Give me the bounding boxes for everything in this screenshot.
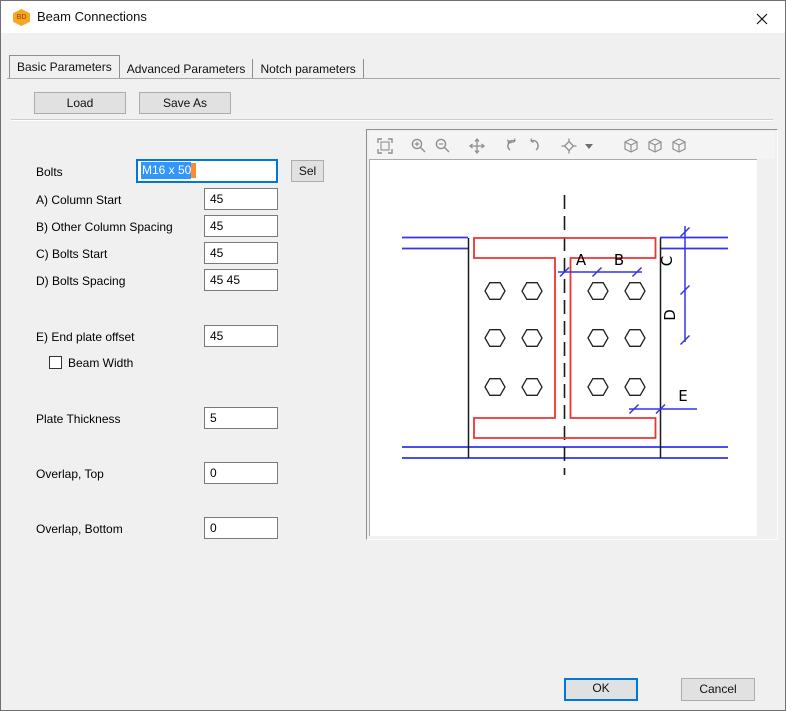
zoom-out-icon[interactable]: [431, 134, 455, 158]
end-plate-offset-label: E) End plate offset: [36, 330, 135, 344]
fit-view-icon[interactable]: [373, 134, 397, 158]
view-cube-2-icon[interactable]: [643, 134, 667, 158]
canvas-gutter: [757, 159, 774, 536]
rotate-cw-icon[interactable]: [523, 134, 547, 158]
dialog-title: Beam Connections: [37, 9, 147, 24]
preview-toolbar: [369, 132, 775, 159]
title-bar: BD Beam Connections: [1, 1, 785, 33]
other-column-spacing-input[interactable]: 45: [204, 215, 278, 237]
beam-connections-dialog: BD Beam Connections Basic Parameters Adv…: [0, 0, 786, 711]
rotate-ccw-icon[interactable]: [499, 134, 523, 158]
bolt-hexagons: [485, 283, 645, 396]
tab-basic-parameters[interactable]: Basic Parameters: [9, 55, 120, 78]
bolt-select-button[interactable]: Sel: [291, 160, 324, 182]
dim-label-a: A: [576, 251, 587, 269]
app-icon: BD: [13, 9, 30, 26]
bolts-start-input[interactable]: 45: [204, 242, 278, 264]
cancel-button[interactable]: Cancel: [681, 678, 755, 701]
overlap-bottom-label: Overlap, Bottom: [36, 522, 123, 536]
other-column-spacing-label: B) Other Column Spacing: [36, 220, 173, 234]
column-start-input[interactable]: 45: [204, 188, 278, 210]
plate-thickness-input[interactable]: 5: [204, 407, 278, 429]
chevron-down-icon[interactable]: [581, 134, 597, 158]
dim-label-d: D: [661, 309, 679, 321]
plate-thickness-label: Plate Thickness: [36, 412, 121, 426]
bolts-spacing-input[interactable]: 45 45: [204, 269, 278, 291]
overlap-top-input[interactable]: 0: [204, 462, 278, 484]
overlap-bottom-input[interactable]: 0: [204, 517, 278, 539]
tab-notch-parameters[interactable]: Notch parameters: [253, 59, 363, 78]
beam-width-checkbox[interactable]: [49, 356, 62, 369]
pan-icon[interactable]: [465, 134, 489, 158]
bolts-label: Bolts: [36, 165, 63, 179]
load-button[interactable]: Load: [34, 92, 126, 114]
beam-width-label: Beam Width: [68, 356, 133, 370]
dim-label-c: C: [658, 256, 676, 266]
center-point-icon[interactable]: [557, 134, 581, 158]
ok-button[interactable]: OK: [564, 678, 638, 701]
view-cube-3-icon[interactable]: [667, 134, 691, 158]
divider: [11, 119, 773, 121]
tab-strip: Basic Parameters Advanced Parameters Not…: [9, 56, 364, 78]
view-cube-1-icon[interactable]: [619, 134, 643, 158]
bolts-selected-text: M16 x 50: [141, 162, 191, 179]
zoom-in-icon[interactable]: [407, 134, 431, 158]
save-as-button[interactable]: Save As: [139, 92, 231, 114]
overlap-top-label: Overlap, Top: [36, 467, 104, 481]
column-start-label: A) Column Start: [36, 193, 121, 207]
end-plate-offset-input[interactable]: 45: [204, 325, 278, 347]
tab-advanced-parameters[interactable]: Advanced Parameters: [120, 59, 254, 78]
bolts-start-label: C) Bolts Start: [36, 247, 107, 261]
dim-label-e: E: [678, 387, 687, 405]
text-caret: [191, 163, 196, 178]
bolts-input[interactable]: M16 x 50: [136, 159, 278, 183]
dim-label-b: B: [614, 251, 624, 269]
preview-panel: A B C D E: [366, 129, 778, 540]
close-icon[interactable]: [753, 10, 771, 28]
bolts-spacing-label: D) Bolts Spacing: [36, 274, 125, 288]
preview-canvas[interactable]: A B C D E: [369, 159, 757, 536]
